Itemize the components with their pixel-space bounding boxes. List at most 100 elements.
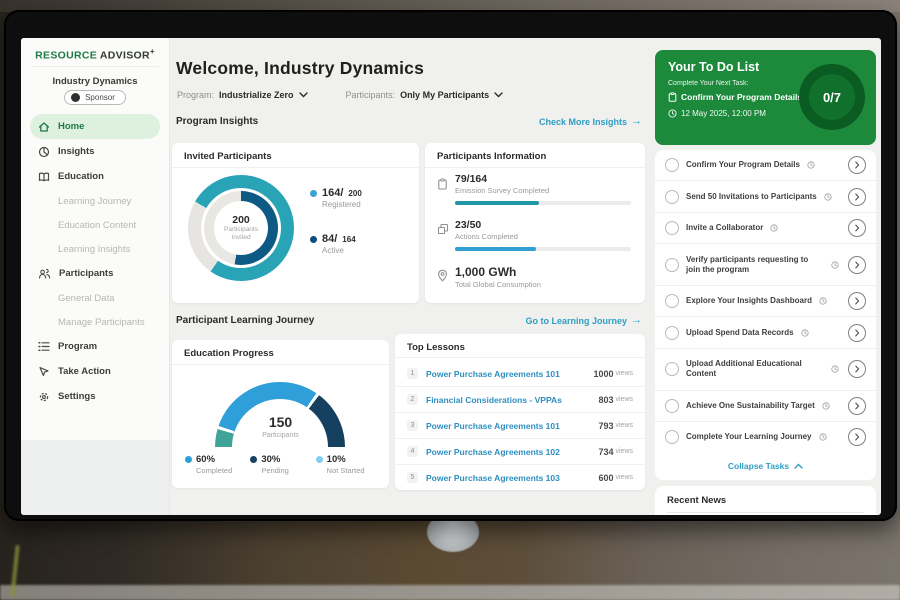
lesson-row[interactable]: 2 Financial Considerations - VPPAs 803 v… — [395, 387, 645, 413]
lesson-title-link[interactable]: Power Purchase Agreements 102 — [426, 447, 560, 457]
survey-progress-fill — [455, 201, 539, 205]
arrow-right-icon: → — [631, 315, 642, 326]
lesson-views: 734 — [598, 447, 613, 457]
brand-part2: ADVISOR — [100, 50, 150, 62]
home-icon — [38, 121, 50, 133]
sidebar-item-home[interactable]: Home — [30, 114, 160, 139]
sidebar-item-label: Learning Insights — [58, 244, 130, 255]
sidebar-item-manage-participants[interactable]: Manage Participants — [21, 310, 169, 334]
task-checkbox[interactable] — [665, 294, 679, 308]
task-open-button[interactable] — [848, 156, 866, 174]
sponsor-badge[interactable]: Sponsor — [64, 90, 126, 105]
sidebar-item-learning-insights[interactable]: Learning Insights — [21, 237, 169, 261]
sidebar-footer — [21, 440, 169, 515]
task-row[interactable]: Confirm Your Program Details — [655, 150, 876, 181]
sidebar-item-label: Education — [58, 171, 104, 182]
brand-logo: RESOURCE ADVISOR+ — [21, 47, 169, 62]
task-checkbox[interactable] — [665, 399, 679, 413]
todo-progress-ring: 0/7 — [799, 64, 865, 130]
consumption-value: 1,000 GWh — [455, 265, 516, 279]
task-row[interactable]: Achieve One Sustainability Target — [655, 391, 876, 422]
task-checkbox[interactable] — [665, 362, 679, 376]
brand-divider — [31, 66, 159, 67]
lesson-rank: 4 — [407, 446, 418, 457]
sidebar-item-general-data[interactable]: General Data — [21, 286, 169, 310]
task-checkbox[interactable] — [665, 158, 679, 172]
task-checkbox[interactable] — [665, 430, 679, 444]
task-row[interactable]: Complete Your Learning Journey — [655, 422, 876, 452]
clock-icon — [824, 193, 832, 201]
invited-participants-donut-chart: 200 Participants Invited — [188, 175, 294, 281]
task-open-button[interactable] — [848, 397, 866, 415]
task-row[interactable]: Invite a Collaborator — [655, 213, 876, 244]
clock-icon — [831, 261, 839, 269]
sidebar-item-label: Home — [58, 121, 84, 132]
task-label: Invite a Collaborator — [686, 223, 763, 233]
todo-next-due: 12 May 2025, 12:00 PM — [668, 109, 766, 118]
collapse-tasks-link[interactable]: Collapse Tasks — [655, 453, 876, 480]
sidebar-item-education-content[interactable]: Education Content — [21, 213, 169, 237]
task-checkbox[interactable] — [665, 221, 679, 235]
legend-pending: 30% Pending — [250, 454, 315, 475]
task-row[interactable]: Upload Spend Data Records — [655, 317, 876, 348]
chevron-down-icon[interactable] — [494, 92, 503, 98]
lesson-title-link[interactable]: Power Purchase Agreements 101 — [426, 421, 560, 431]
actions-value: 23/50 — [455, 219, 481, 231]
task-checkbox[interactable] — [665, 190, 679, 204]
lesson-title-link[interactable]: Financial Considerations - VPPAs — [426, 395, 562, 405]
task-row[interactable]: Upload Additional Educational Content — [655, 349, 876, 391]
lesson-row[interactable]: 4 Power Purchase Agreements 102 734 view… — [395, 439, 645, 465]
sidebar-item-take-action[interactable]: Take Action — [21, 359, 169, 384]
lesson-title-link[interactable]: Power Purchase Agreements 103 — [426, 473, 560, 483]
participants-information-card: Participants Information 79/164 Emission… — [425, 143, 645, 303]
sidebar-item-insights[interactable]: Insights — [21, 139, 169, 164]
go-to-learning-journey-link[interactable]: Go to Learning Journey → — [525, 315, 642, 326]
not-started-label: Not Started — [327, 466, 381, 475]
sidebar-item-program[interactable]: Program — [21, 334, 169, 359]
sidebar: RESOURCE ADVISOR+ Industry Dynamics Spon… — [21, 38, 170, 515]
card-title: Education Progress — [184, 348, 274, 359]
views-label: views — [615, 396, 633, 403]
participants-filter-value[interactable]: Only My Participants — [400, 90, 489, 100]
task-row[interactable]: Verify participants requesting to join t… — [655, 244, 876, 286]
organization-name: Industry Dynamics — [21, 76, 169, 87]
task-open-button[interactable] — [848, 219, 866, 237]
task-open-button[interactable] — [848, 188, 866, 206]
sponsor-icon — [71, 93, 80, 102]
task-checkbox[interactable] — [665, 326, 679, 340]
lesson-row[interactable]: 5 Power Purchase Agreements 103 600 view… — [395, 465, 645, 490]
program-filter-value[interactable]: Industrialize Zero — [219, 90, 294, 100]
todo-subtitle: Complete Your Next Task: — [668, 80, 748, 87]
pending-value: 30% — [261, 454, 280, 465]
task-open-button[interactable] — [848, 360, 866, 378]
task-row[interactable]: Send 50 Invitations to Participants — [655, 181, 876, 212]
sidebar-item-settings[interactable]: Settings — [21, 384, 169, 409]
chevron-right-icon — [855, 329, 860, 337]
task-open-button[interactable] — [848, 256, 866, 274]
sidebar-item-learning-journey[interactable]: Learning Journey — [21, 189, 169, 213]
sidebar-item-education[interactable]: Education — [21, 164, 169, 189]
sponsor-badge-label: Sponsor — [85, 93, 115, 102]
views-label: views — [615, 474, 633, 481]
active-label: Active — [322, 246, 356, 255]
card-title: Invited Participants — [184, 151, 272, 162]
task-row[interactable]: Explore Your Insights Dashboard — [655, 286, 876, 317]
views-label: views — [615, 422, 633, 429]
background-desk-edge — [0, 585, 900, 600]
task-open-button[interactable] — [848, 324, 866, 342]
task-open-button[interactable] — [848, 292, 866, 310]
task-label: Verify participants requesting to join t… — [686, 255, 824, 275]
active-value: 84/ — [322, 233, 337, 245]
check-more-insights-link[interactable]: Check More Insights → — [539, 116, 642, 127]
lesson-row[interactable]: 3 Power Purchase Agreements 101 793 view… — [395, 413, 645, 439]
sidebar-item-participants[interactable]: Participants — [21, 261, 169, 286]
task-open-button[interactable] — [848, 428, 866, 446]
sidebar-item-label: Manage Participants — [58, 317, 145, 328]
lesson-row[interactable]: 1 Power Purchase Agreements 101 1000 vie… — [395, 361, 645, 387]
survey-icon — [437, 178, 448, 190]
not-started-dot — [316, 456, 323, 463]
completed-value: 60% — [196, 454, 215, 465]
chevron-down-icon[interactable] — [299, 92, 308, 98]
task-checkbox[interactable] — [665, 258, 679, 272]
lesson-title-link[interactable]: Power Purchase Agreements 101 — [426, 369, 560, 379]
